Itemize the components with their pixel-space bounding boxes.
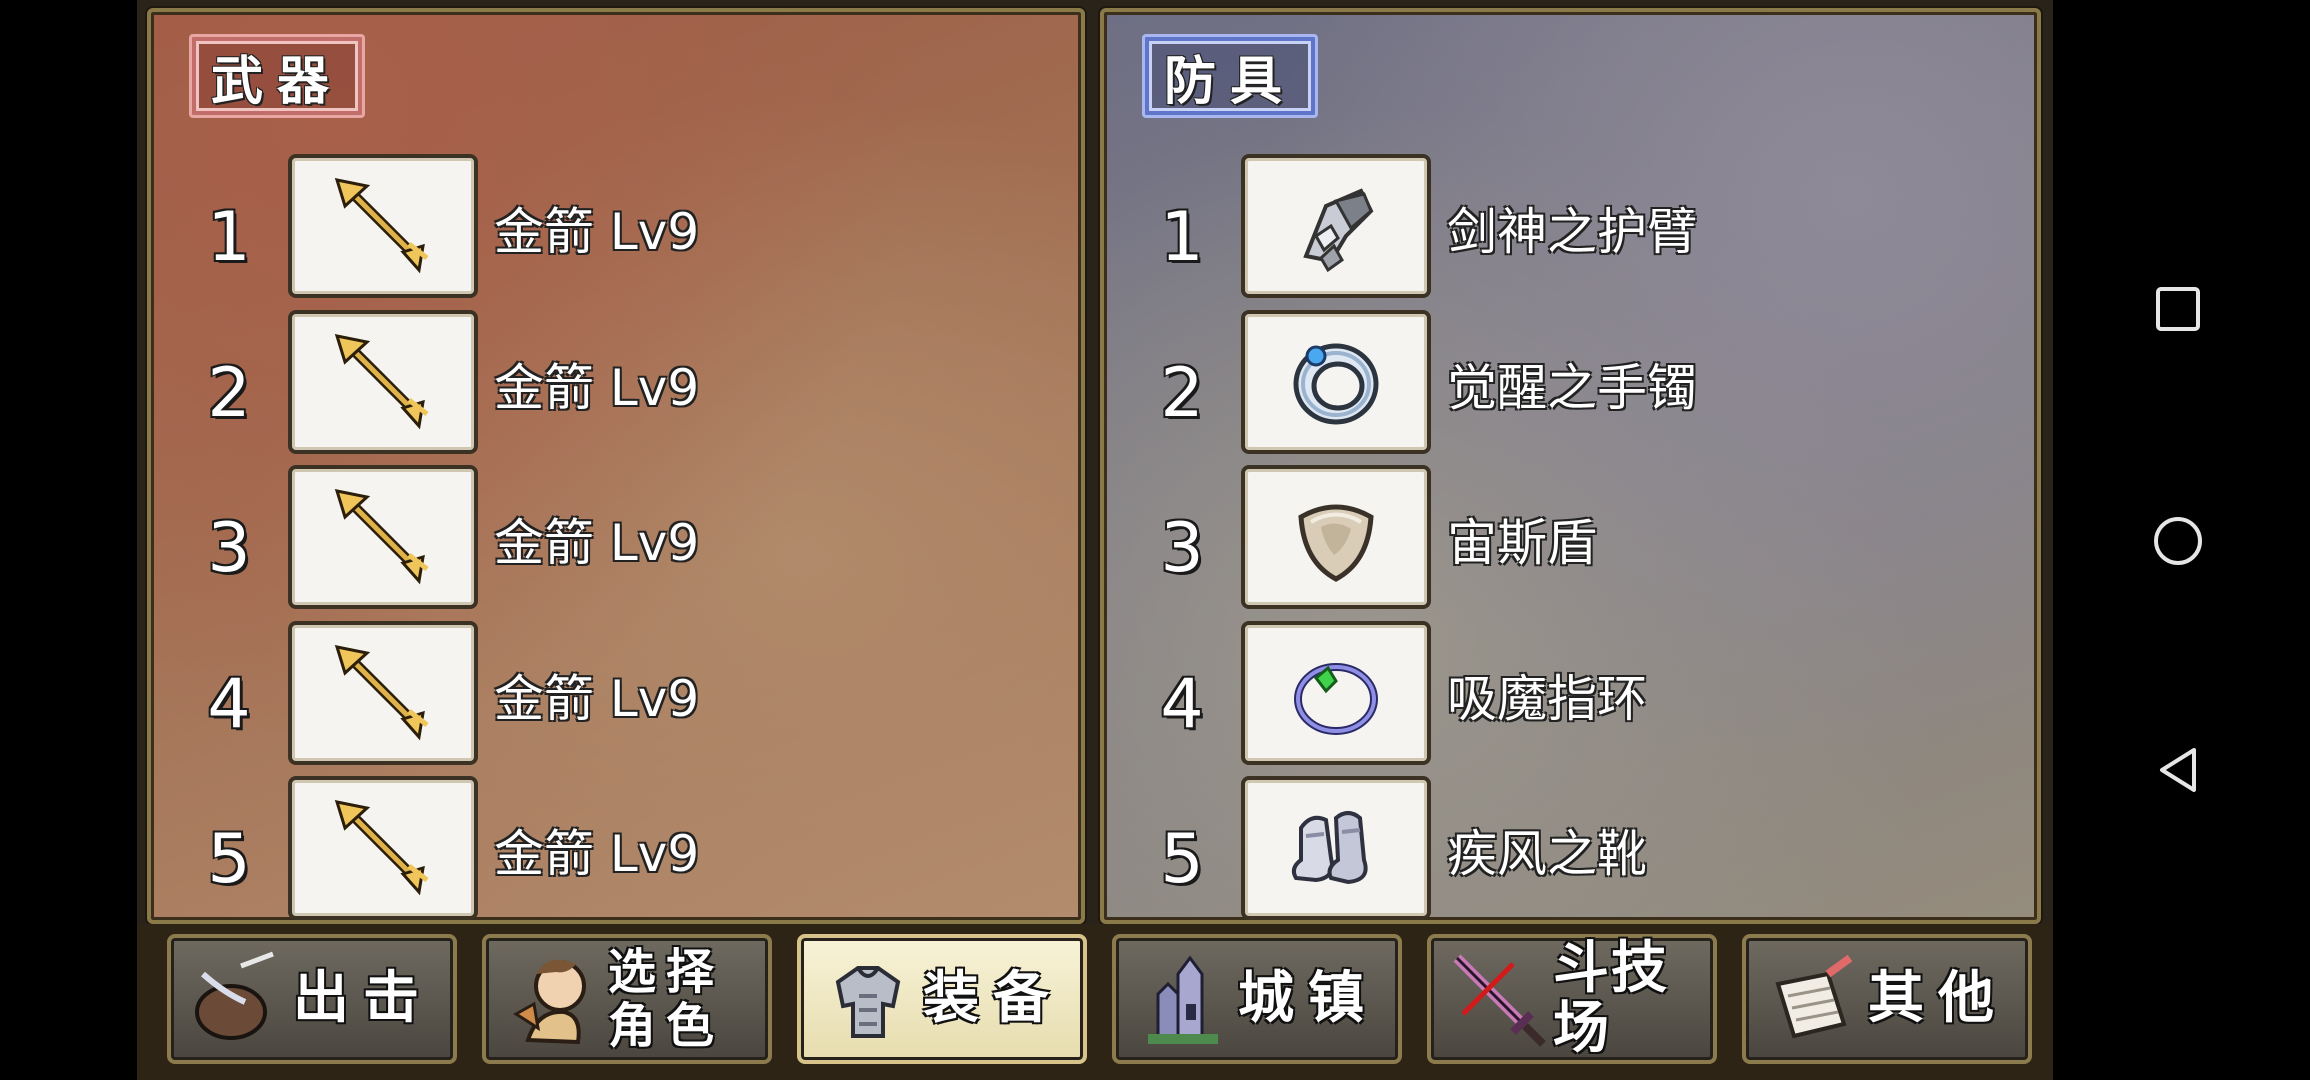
select-character-label-line2: 角色 [608, 998, 725, 1054]
item-name: 宙斯盾 [1447, 514, 1597, 572]
item-name: 吸魔指环 [1447, 670, 1647, 728]
golden-arrow-icon[interactable] [288, 154, 478, 298]
select-character-label: 选择 角色 [608, 945, 724, 1053]
armor-slot-4[interactable]: 4 吸魔指环 [1152, 621, 2012, 771]
sword-icon [1453, 954, 1546, 1047]
item-name: 金箭 Lv9 [494, 670, 700, 728]
sortie-icon [195, 951, 274, 1040]
recent-apps-icon[interactable] [2143, 274, 2213, 344]
home-icon[interactable] [2143, 506, 2213, 576]
slot-number: 2 [207, 354, 251, 433]
armor-icon [835, 966, 901, 1038]
item-name: 疾风之靴 [1447, 825, 1647, 883]
character-icon [513, 959, 586, 1045]
other-button[interactable]: 其他 [1742, 934, 2032, 1064]
town-label: 城镇 [1238, 966, 1378, 1031]
equipment-button[interactable]: 装备 [797, 934, 1087, 1064]
armor-panel: 防具 1 剑神之护臂 2 觉醒之手镯 3 宙斯盾 4 吸魔指环 5 疾风之靴 [1100, 8, 2041, 924]
town-button[interactable]: 城镇 [1112, 934, 1402, 1064]
slot-number: 1 [1160, 198, 1204, 277]
slot-number: 4 [207, 665, 251, 744]
item-name: 金箭 Lv9 [494, 514, 700, 572]
item-name: 金箭 Lv9 [494, 203, 700, 261]
weapon-slot-4[interactable]: 4 金箭 Lv9 [199, 621, 1059, 771]
system-navigation-bar [2053, 0, 2310, 1080]
slot-number: 5 [207, 820, 251, 899]
other-label: 其他 [1868, 966, 2008, 1031]
item-name: 金箭 Lv9 [494, 359, 700, 417]
bottom-nav-bar: 出击 选择 角色 装备 城镇 斗技场 其他 [137, 924, 2053, 1080]
armor-slot-5[interactable]: 5 疾风之靴 [1152, 776, 2012, 920]
shield-icon[interactable] [1241, 465, 1431, 609]
weapon-slot-3[interactable]: 3 金箭 Lv9 [199, 465, 1059, 615]
slot-number: 1 [207, 198, 251, 277]
weapon-slot-5[interactable]: 5 金箭 Lv9 [199, 776, 1059, 920]
ring-icon[interactable] [1241, 621, 1431, 765]
weapons-panel: 武器 1 金箭 Lv9 2 金箭 Lv9 3 金箭 Lv9 4 金箭 Lv9 5… [147, 8, 1085, 924]
gauntlet-icon[interactable] [1241, 154, 1431, 298]
sortie-button[interactable]: 出击 [167, 934, 457, 1064]
item-name: 金箭 Lv9 [494, 825, 700, 883]
select-character-label-line1: 选择 [608, 944, 725, 1000]
select-character-button[interactable]: 选择 角色 [482, 934, 772, 1064]
sortie-label: 出击 [293, 966, 433, 1031]
castle-icon [1148, 955, 1218, 1044]
slot-number: 3 [1160, 509, 1204, 588]
game-screen: 武器 1 金箭 Lv9 2 金箭 Lv9 3 金箭 Lv9 4 金箭 Lv9 5… [137, 0, 2053, 1080]
armor-title: 防具 [1142, 34, 1318, 118]
armor-slot-2[interactable]: 2 觉醒之手镯 [1152, 310, 2012, 460]
arena-label: 斗技场 [1553, 936, 1669, 1061]
scroll-icon [1775, 954, 1853, 1039]
golden-arrow-icon[interactable] [288, 776, 478, 920]
arena-button[interactable]: 斗技场 [1427, 934, 1717, 1064]
golden-arrow-icon[interactable] [288, 310, 478, 454]
equipment-label: 装备 [923, 966, 1063, 1031]
item-name: 剑神之护臂 [1447, 203, 1697, 261]
weapons-title: 武器 [189, 34, 365, 118]
item-name: 觉醒之手镯 [1447, 359, 1697, 417]
boots-icon[interactable] [1241, 776, 1431, 920]
slot-number: 4 [1160, 665, 1204, 744]
bracelet-icon[interactable] [1241, 310, 1431, 454]
slot-number: 5 [1160, 820, 1204, 899]
golden-arrow-icon[interactable] [288, 621, 478, 765]
weapon-slot-1[interactable]: 1 金箭 Lv9 [199, 154, 1059, 304]
slot-number: 3 [207, 509, 251, 588]
armor-slot-3[interactable]: 3 宙斯盾 [1152, 465, 2012, 615]
slot-number: 2 [1160, 354, 1204, 433]
back-icon[interactable] [2143, 735, 2213, 805]
weapon-slot-2[interactable]: 2 金箭 Lv9 [199, 310, 1059, 460]
armor-slot-1[interactable]: 1 剑神之护臂 [1152, 154, 2012, 304]
golden-arrow-icon[interactable] [288, 465, 478, 609]
